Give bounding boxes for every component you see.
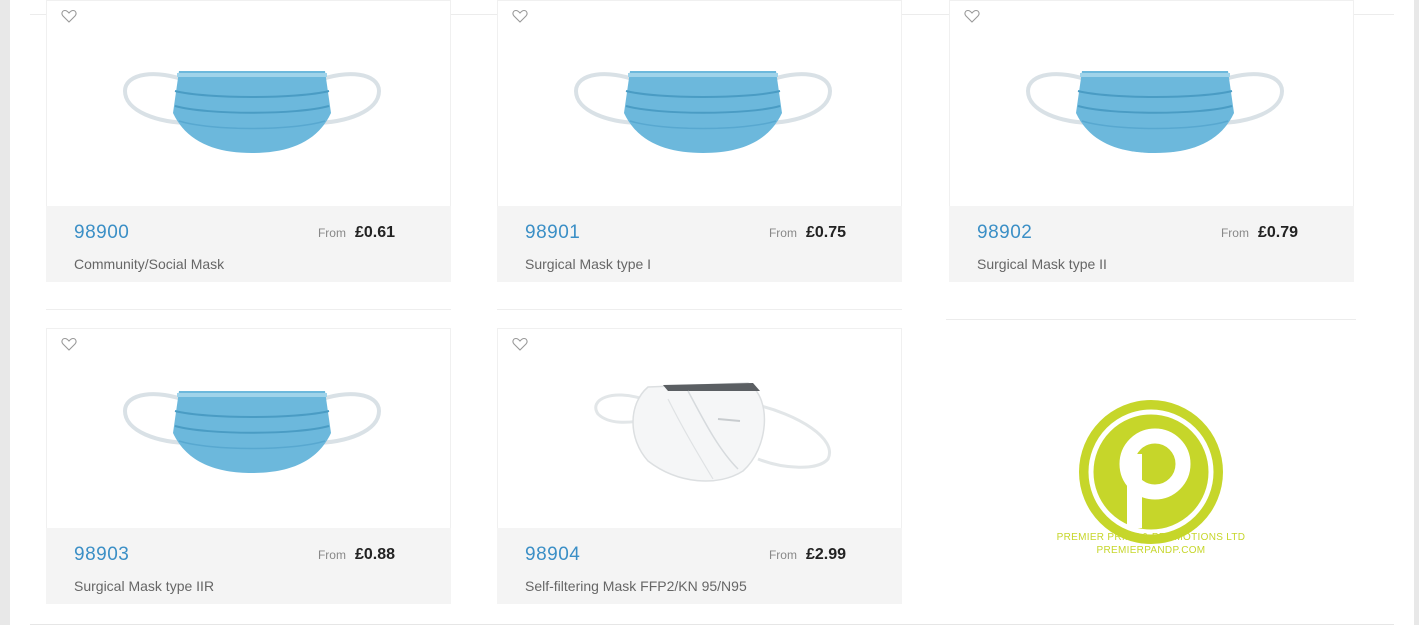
company-name: PREMIER PRINT & PROMOTIONS LTD (1056, 532, 1246, 543)
price-from-label: From (768, 226, 797, 240)
product-name[interactable]: Surgical Mask type II (977, 256, 1107, 272)
product-code[interactable]: 98904 (525, 544, 580, 566)
heart-outline-icon[interactable] (512, 9, 528, 23)
product-info[interactable]: 98900 From £0.61 Community/Social Mask (46, 206, 451, 282)
product-image-area[interactable] (46, 0, 451, 206)
product-card[interactable]: 98901 From £0.75 Surgical Mask type I (497, 0, 902, 310)
price-from-label: From (768, 548, 797, 562)
product-code[interactable]: 98901 (525, 222, 580, 244)
product-price: £0.75 (805, 224, 846, 241)
surgical-mask-image (122, 71, 382, 153)
product-card[interactable]: 98900 From £0.61 Community/Social Mask (46, 0, 451, 310)
company-logo-block: PREMIER PRINT & PROMOTIONS LTD PREMIERPA… (946, 320, 1356, 605)
price-from-label: From (317, 548, 346, 562)
product-info[interactable]: 98901 From £0.75 Surgical Mask type I (497, 206, 902, 282)
product-name[interactable]: Surgical Mask type IIR (74, 578, 214, 594)
product-price: £0.88 (354, 546, 395, 563)
product-code[interactable]: 98903 (74, 544, 129, 566)
product-code[interactable]: 98902 (977, 222, 1032, 244)
price-from-label: From (1220, 226, 1249, 240)
heart-outline-icon[interactable] (61, 9, 77, 23)
card-divider (46, 309, 451, 310)
product-name[interactable]: Surgical Mask type I (525, 256, 651, 272)
ffp2-mask-image (594, 382, 832, 482)
product-price: £0.79 (1257, 224, 1298, 241)
company-logo (1079, 400, 1223, 544)
product-image-area[interactable] (949, 0, 1354, 206)
product-price: £2.99 (805, 546, 846, 563)
product-card[interactable]: 98903 From £0.88 Surgical Mask type IIR (46, 328, 451, 606)
product-price: £0.61 (354, 224, 395, 241)
product-info[interactable]: 98903 From £0.88 Surgical Mask type IIR (46, 528, 451, 604)
product-info[interactable]: 98902 From £0.79 Surgical Mask type II (949, 206, 1354, 282)
page-left-border (0, 0, 10, 625)
product-code[interactable]: 98900 (74, 222, 129, 244)
product-info[interactable]: 98904 From £2.99 Self-filtering Mask FFP… (497, 528, 902, 604)
company-website: PREMIERPANDP.COM (1096, 545, 1206, 556)
surgical-mask-image (122, 391, 382, 473)
card-divider (497, 309, 902, 310)
product-image-area[interactable] (497, 0, 902, 206)
page-right-border (1414, 0, 1419, 625)
heart-outline-icon[interactable] (964, 9, 980, 23)
surgical-mask-image (573, 71, 833, 153)
price-from-label: From (317, 226, 346, 240)
heart-outline-icon[interactable] (61, 337, 77, 351)
product-card[interactable]: 98904 From £2.99 Self-filtering Mask FFP… (497, 328, 902, 606)
surgical-mask-image (1025, 71, 1285, 153)
product-image-area[interactable] (497, 328, 902, 528)
heart-outline-icon[interactable] (512, 337, 528, 351)
product-name[interactable]: Self-filtering Mask FFP2/KN 95/N95 (525, 578, 747, 594)
product-image-area[interactable] (46, 328, 451, 528)
product-card[interactable]: 98902 From £0.79 Surgical Mask type II (949, 0, 1354, 310)
product-name[interactable]: Community/Social Mask (74, 256, 224, 272)
